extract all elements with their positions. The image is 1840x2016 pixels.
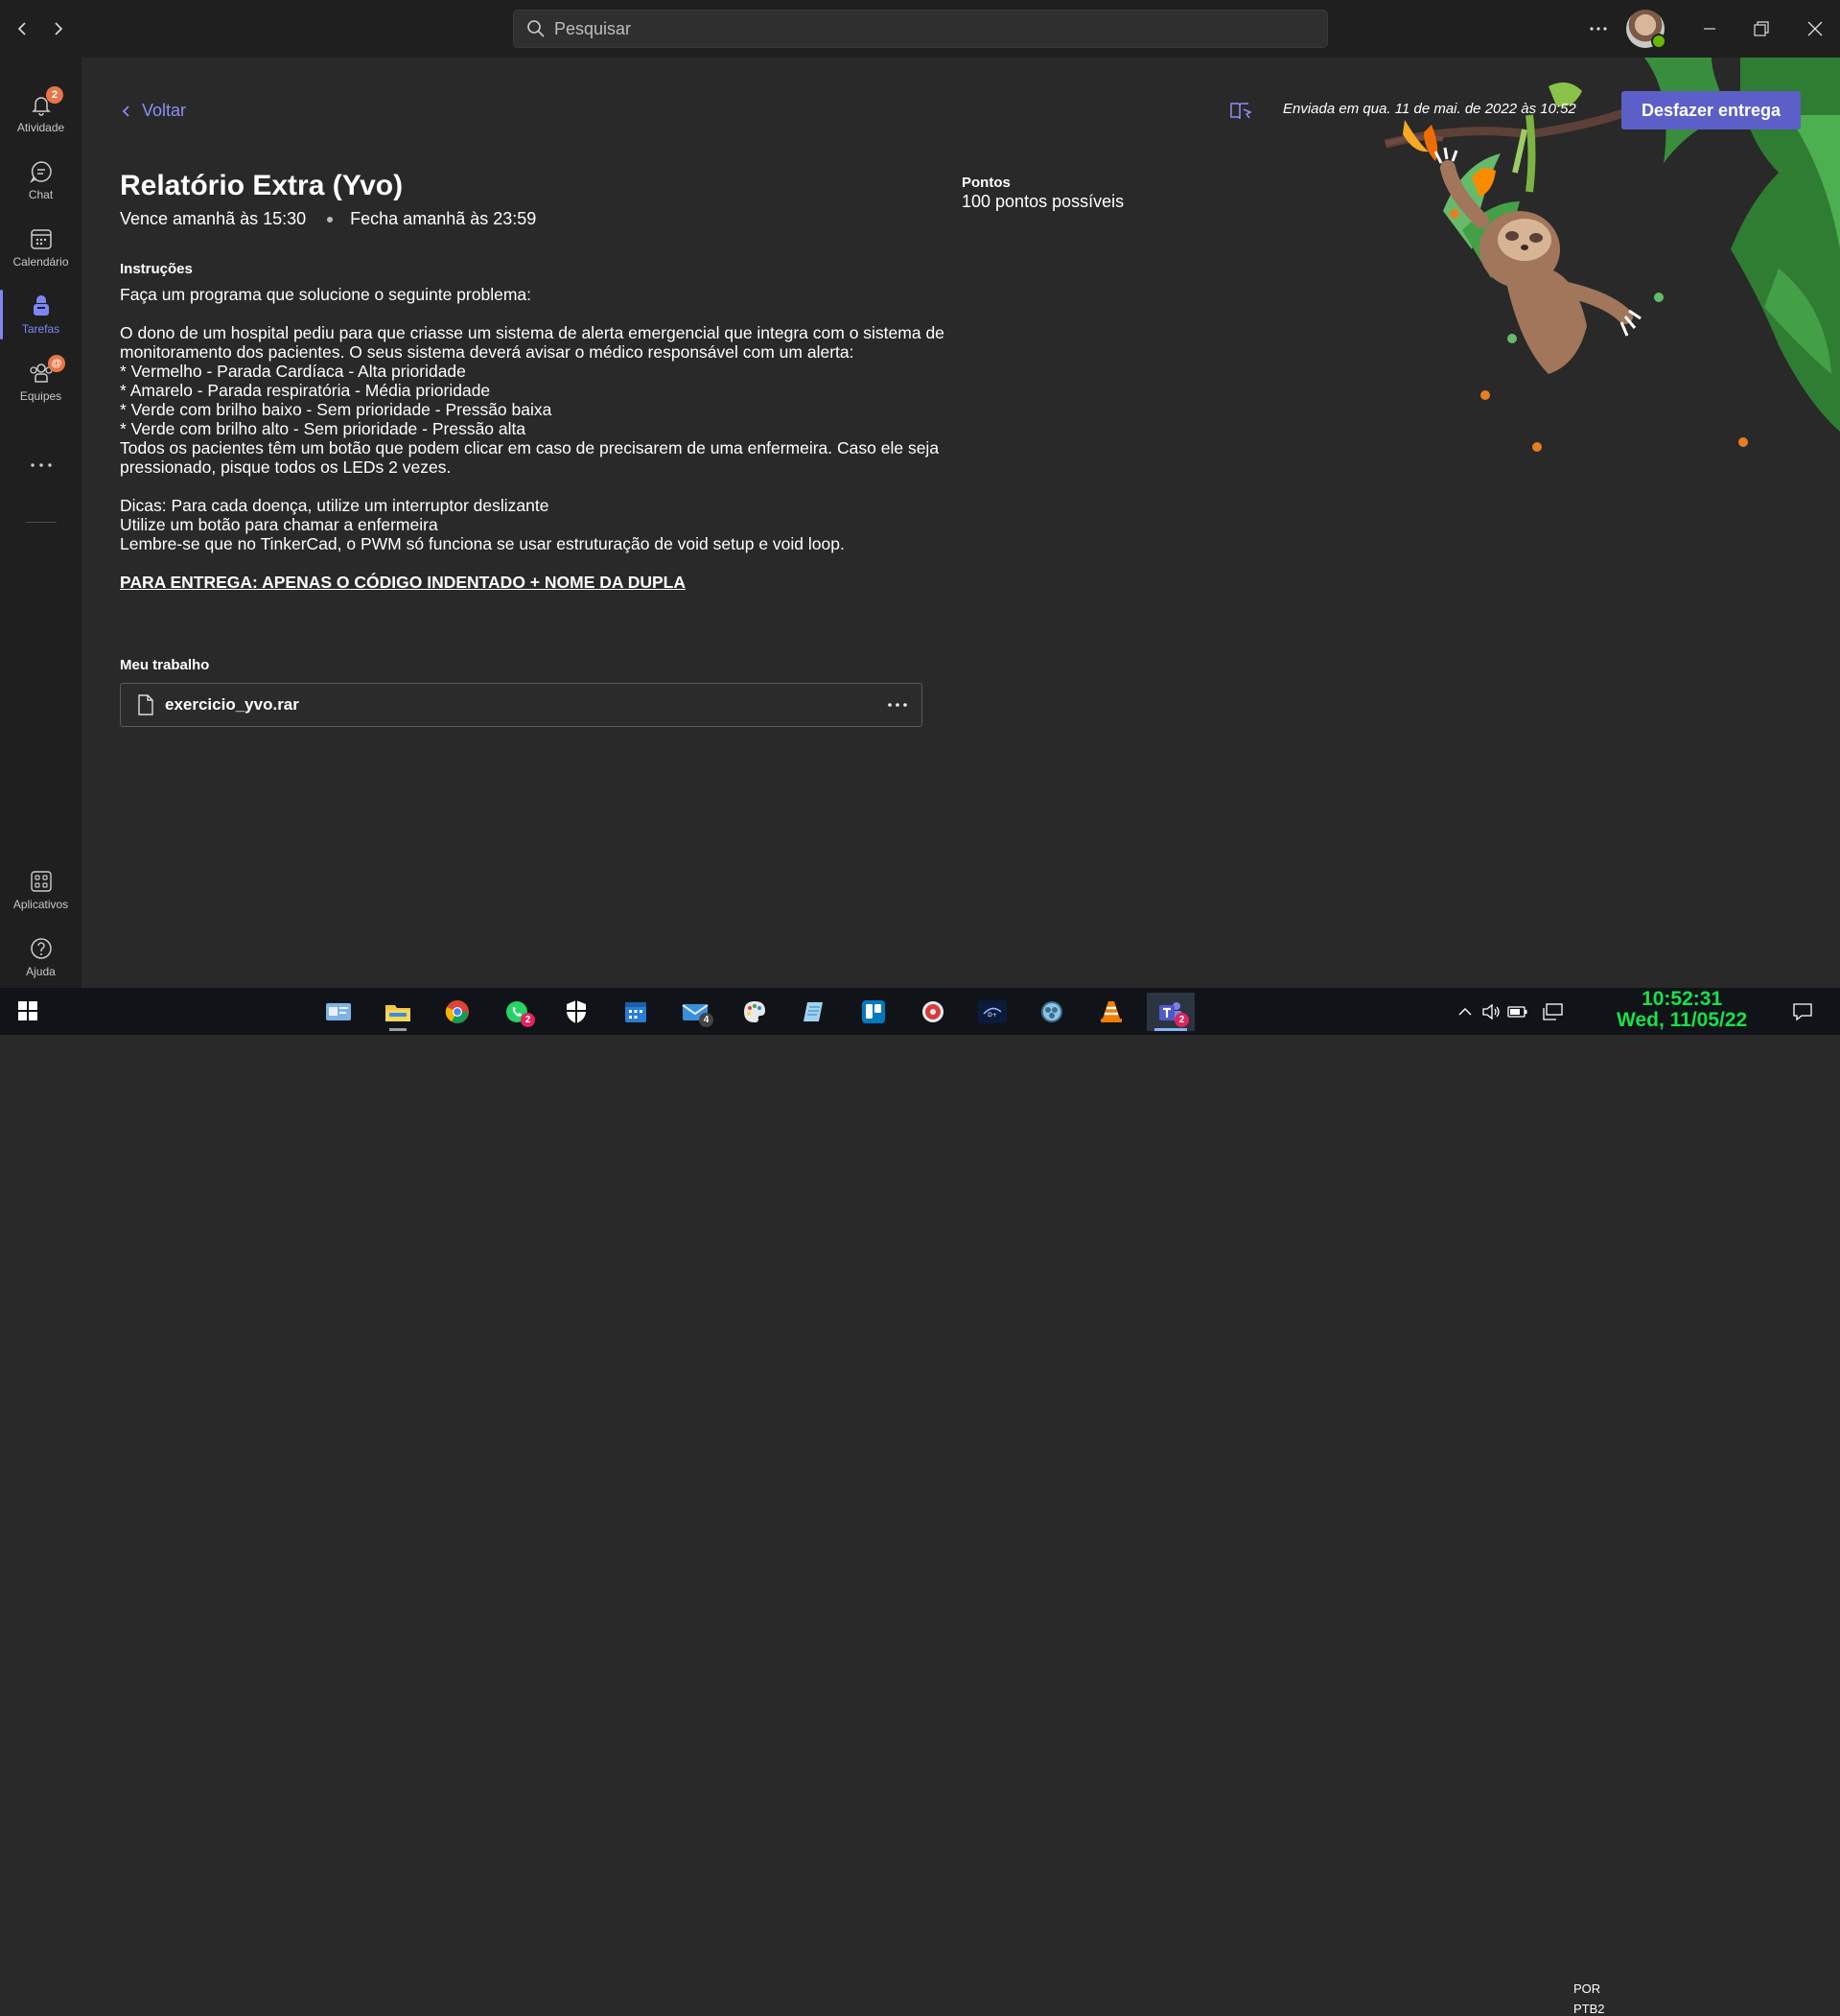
file-more-options-icon[interactable] [885,693,910,716]
instruction-line: * Verde com brilho baixo - Sem prioridad… [120,400,552,419]
rail-item-calendar[interactable]: Calendário [0,217,82,278]
whatsapp-badge: 2 [521,1013,535,1027]
paint-icon[interactable] [731,993,779,1031]
apps-grid-icon [30,871,52,892]
windows-start-icon[interactable] [4,992,52,1030]
show-hidden-icons-chevron-up-icon[interactable] [1451,993,1479,1031]
delivery-note: PARA ENTREGA: APENAS O CÓDIGO INDENTADO … [120,573,687,592]
rail-item-apps[interactable]: Aplicativos [0,859,82,921]
trello-icon[interactable] [850,993,897,1031]
chat-icon [29,161,52,184]
separator-dot [327,216,334,223]
help-icon [30,938,52,959]
mail-badge: 4 [699,1013,713,1027]
input-language[interactable]: POR [1573,1981,1600,1996]
back-arrow-icon[interactable] [10,15,36,42]
instruction-line: * Vermelho - Parada Cardíaca - Alta prio… [120,362,466,381]
more-apps-icon[interactable] [0,451,82,480]
rail-item-teams[interactable]: @ Equipes [0,351,82,412]
battery-icon[interactable] [1503,993,1532,1031]
forward-arrow-icon[interactable] [44,15,71,42]
instruction-line: Lembre-se que no TinkerCad, o PWM só fun… [120,534,845,553]
volume-icon[interactable] [1477,993,1505,1031]
instructions-body: Faça um programa que solucione o seguint… [120,285,944,592]
rail-label: Aplicativos [12,898,69,911]
taskbar-clock[interactable]: 10:52:31 Wed, 11/05/22 [1617,989,1747,1031]
calendar-icon [30,229,52,249]
notification-center-icon[interactable] [1779,993,1827,1031]
back-link[interactable]: Voltar [120,101,186,121]
instruction-line: Todos os pacientes têm um botão que pode… [120,438,940,477]
due-info: Vence amanhã às 15:30 Fecha amanhã às 23… [120,209,536,229]
teams-icon[interactable]: 2 [1147,993,1195,1031]
clock-date: Wed, 11/05/22 [1617,1009,1748,1031]
whatsapp-icon[interactable]: 2 [493,993,541,1031]
vlc-icon[interactable] [1087,993,1135,1031]
mail-icon[interactable]: 4 [671,993,719,1031]
title-bar [0,0,1840,58]
search-icon [525,18,547,39]
file-explorer-icon[interactable] [374,993,422,1031]
rail-divider [26,522,57,523]
notes-icon[interactable] [790,993,838,1031]
activity-badge: 2 [46,86,63,104]
disney-plus-icon[interactable]: D+ [968,993,1016,1031]
points-heading: Pontos [962,175,1011,191]
close-button[interactable] [1799,13,1831,44]
svg-text:D+: D+ [988,1012,997,1019]
due-date: Vence amanhã às 15:30 [120,209,307,228]
media-player-icon[interactable] [909,993,957,1031]
rail-item-activity[interactable]: 2 Atividade [0,82,82,144]
instruction-line: * Amarelo - Parada respiratória - Média … [120,381,491,400]
chrome-icon[interactable] [433,993,481,1031]
my-work-heading: Meu trabalho [120,657,210,673]
undo-turn-in-button[interactable]: Desfazer entrega [1621,91,1801,129]
teams-mention-badge: @ [48,355,65,372]
clock-time: 10:52:31 [1642,988,1723,1010]
submission-status: Enviada em qua. 11 de mai. de 2022 às 10… [1283,101,1576,117]
taskbar: 2 4 D+ 2 POR PTB2 [0,988,1840,2016]
rail-label: Equipes [19,389,62,403]
file-name: exercicio_yvo.rar [165,695,299,714]
rail-label: Calendário [12,255,69,269]
instruction-line: Utilize um botão para chamar a enfermeir… [120,515,438,534]
rail-label: Chat [28,188,54,201]
more-options-icon[interactable] [1582,13,1615,44]
contacts-icon[interactable] [314,993,362,1031]
assignments-icon [33,295,49,316]
presence-available-icon [1651,34,1666,49]
teams-badge: 2 [1175,1013,1189,1027]
page-title: Relatório Extra (Yvo) [120,170,404,201]
points-value: 100 pontos possíveis [962,192,1125,211]
minimize-button[interactable] [1693,13,1726,44]
instruction-line: Faça um programa que solucione o seguint… [120,285,531,304]
instruction-line: O dono de um hospital pediu para que cri… [120,323,944,362]
avatar[interactable] [1626,10,1666,49]
close-date: Fecha amanhã às 23:59 [350,209,537,228]
calendar-app-icon[interactable] [612,993,660,1031]
keyboard-layout[interactable]: PTB2 [1573,2002,1605,2016]
app-bar: 2 Atividade Chat Calendário Tarefas @ Eq… [0,58,82,988]
attached-file[interactable]: exercicio_yvo.rar [120,683,922,727]
rail-label: Atividade [16,121,65,134]
assignment-detail: Voltar Enviada em qua. 11 de mai. de 202… [82,58,1840,988]
chevron-left-icon [122,105,129,117]
rail-item-chat[interactable]: Chat [0,150,82,211]
rail-item-assignments[interactable]: Tarefas [0,284,82,345]
rail-label: Ajuda [26,965,56,978]
restore-button[interactable] [1745,13,1778,44]
back-label: Voltar [142,101,187,120]
obs-icon[interactable] [1028,993,1076,1031]
immersive-reader-icon[interactable] [1229,101,1252,127]
network-icon[interactable] [1539,993,1568,1031]
instructions-heading: Instruções [120,261,193,277]
rail-label: Tarefas [21,322,60,336]
rail-item-help[interactable]: Ajuda [0,926,82,988]
search-input[interactable] [552,17,1304,40]
instruction-line: Dicas: Para cada doença, utilize um inte… [120,496,549,515]
search-box[interactable] [513,10,1328,48]
security-shield-icon[interactable] [552,993,600,1031]
file-icon [138,694,153,715]
instruction-line: * Verde com brilho alto - Sem prioridade… [120,419,526,438]
